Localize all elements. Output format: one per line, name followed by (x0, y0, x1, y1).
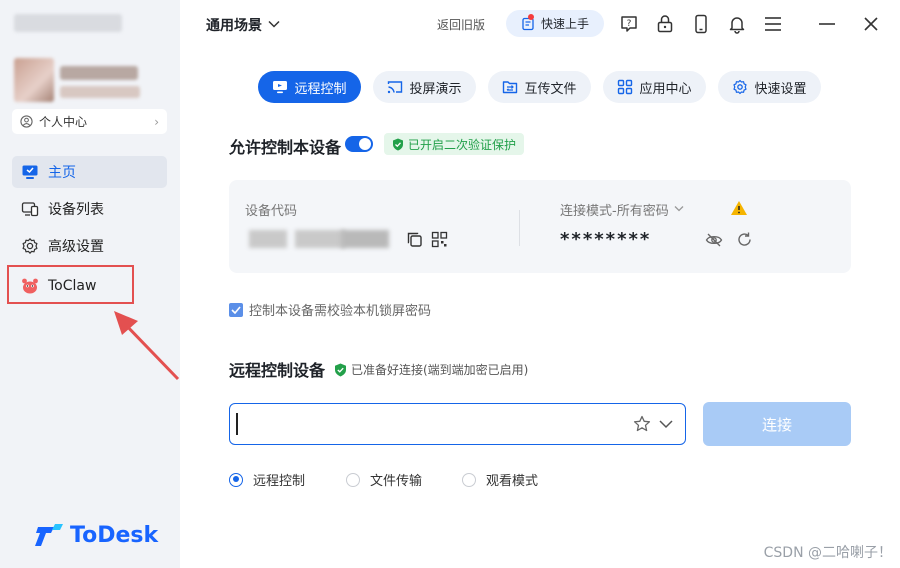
gear-icon (20, 236, 40, 256)
scene-selector[interactable]: 通用场景 (206, 15, 280, 35)
two-factor-label: 已开启二次验证保护 (408, 137, 517, 152)
device-info-card: 设备代码 连接模式-所有密码 ******** (229, 180, 851, 273)
annotation-arrow (114, 311, 180, 381)
radio-button[interactable] (346, 472, 360, 487)
tab-label: 快速设置 (754, 81, 807, 97)
cast-icon (387, 79, 403, 95)
app-grid-icon (617, 79, 633, 95)
annotation-highlight-box (7, 265, 134, 304)
connection-ready-status: 已准备好连接(端到端加密已启用) (334, 361, 528, 378)
chevron-down-icon (674, 205, 684, 215)
ready-status-text: 已准备好连接(端到端加密已启用) (351, 363, 529, 377)
tab-remote-control[interactable]: 远程控制 (258, 71, 361, 103)
mode-option-file-transfer[interactable]: 文件传输 (346, 470, 422, 489)
personal-center-label: 个人中心 (39, 115, 88, 129)
mode-option-label: 观看模式 (486, 474, 539, 489)
lock-screen-check-row[interactable]: 控制本设备需校验本机锁屏密码 (229, 300, 431, 319)
allow-control-toggle[interactable] (345, 136, 373, 152)
checkmark-icon (231, 305, 241, 314)
bell-icon[interactable] (726, 13, 748, 35)
nickname-redacted-2 (60, 86, 140, 98)
eye-off-icon[interactable] (705, 232, 723, 248)
username-redacted (14, 14, 122, 32)
chevron-down-icon[interactable] (658, 419, 674, 429)
quickstart-button[interactable]: 快速上手 (506, 10, 604, 37)
mode-option-label: 远程控制 (253, 474, 306, 489)
password-masked: ******** (560, 229, 652, 250)
copy-icon[interactable] (406, 231, 423, 248)
sidebar-item-label: 主页 (48, 165, 76, 181)
radio-button[interactable] (229, 472, 243, 487)
sidebar-item-advanced-settings[interactable]: 高级设置 (12, 230, 167, 262)
monitor-icon (20, 162, 40, 182)
device-code-redacted (249, 230, 287, 248)
mode-option-remote-control[interactable]: 远程控制 (229, 470, 305, 489)
notification-dot (528, 14, 534, 20)
sidebar-item-label: 高级设置 (48, 239, 104, 255)
sidebar-item-home[interactable]: 主页 (12, 156, 167, 188)
lock-screen-checkbox[interactable] (229, 302, 243, 317)
tab-screen-cast[interactable]: 投屏演示 (373, 71, 476, 103)
minimize-icon[interactable] (816, 13, 838, 35)
shield-check-icon (335, 363, 346, 376)
chevron-down-icon (268, 20, 280, 31)
warning-icon[interactable] (730, 200, 748, 216)
tab-file-transfer[interactable]: 互传文件 (488, 71, 591, 103)
tab-app-center[interactable]: 应用中心 (603, 71, 706, 103)
svg-text:?: ? (627, 19, 632, 29)
shield-check-icon (393, 138, 403, 150)
lock-icon[interactable] (654, 13, 676, 35)
connection-mode-selector[interactable]: 连接模式-所有密码 (560, 200, 684, 219)
settings-icon (732, 79, 748, 95)
tab-quick-settings[interactable]: 快速设置 (718, 71, 821, 103)
return-legacy-link[interactable]: 返回旧版 (437, 16, 485, 33)
scene-label: 通用场景 (206, 18, 262, 34)
connect-button[interactable]: 连接 (703, 402, 851, 446)
phone-icon[interactable] (690, 13, 712, 35)
device-code-redacted (341, 230, 389, 248)
connection-mode-label: 连接模式-所有密码 (560, 204, 669, 219)
refresh-icon[interactable] (736, 231, 753, 248)
tab-label: 投屏演示 (409, 81, 462, 97)
file-transfer-icon (502, 79, 518, 95)
two-factor-badge[interactable]: 已开启二次验证保护 (384, 133, 525, 155)
text-caret (236, 413, 238, 435)
sidebar-item-label: 设备列表 (48, 202, 104, 218)
todesk-logo: ToDesk (34, 522, 158, 548)
qr-code-icon[interactable] (431, 231, 448, 248)
personal-center-link[interactable]: 个人中心 › (12, 109, 167, 134)
lock-screen-check-label: 控制本设备需校验本机锁屏密码 (249, 304, 432, 319)
nickname-redacted (60, 66, 138, 80)
partner-id-input[interactable] (229, 403, 686, 445)
device-list-icon (20, 199, 40, 219)
help-icon[interactable]: ? (618, 13, 640, 35)
device-code-redacted (295, 230, 345, 248)
star-icon[interactable] (633, 415, 651, 433)
close-icon[interactable] (860, 13, 882, 35)
allow-control-title: 允许控制本设备 (229, 138, 342, 157)
tab-label: 远程控制 (294, 81, 347, 97)
mode-option-label: 文件传输 (370, 474, 423, 489)
watermark: CSDN @二哈喇子！ (763, 545, 892, 561)
avatar[interactable] (14, 58, 54, 102)
tab-label: 互传文件 (524, 81, 577, 97)
card-divider (519, 210, 520, 246)
user-icon (20, 115, 33, 128)
mode-option-view[interactable]: 观看模式 (462, 470, 538, 489)
quickstart-label: 快速上手 (540, 17, 589, 31)
radio-button[interactable] (462, 472, 476, 487)
device-code-label: 设备代码 (245, 204, 298, 219)
menu-icon[interactable] (762, 13, 784, 35)
remote-control-icon (272, 79, 288, 95)
logo-text: ToDesk (70, 522, 159, 548)
chevron-right-icon: › (154, 114, 159, 129)
remote-control-title: 远程控制设备 (229, 361, 326, 380)
tab-label: 应用中心 (639, 81, 692, 97)
sidebar-item-device-list[interactable]: 设备列表 (12, 193, 167, 225)
